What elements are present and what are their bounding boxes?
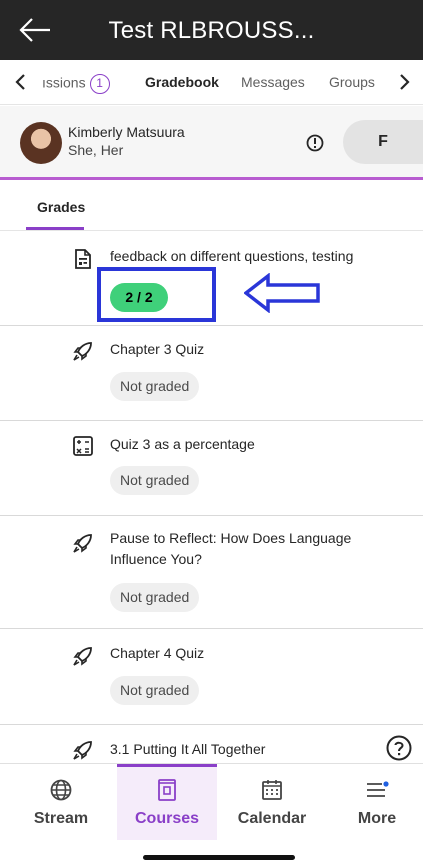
nav-label: Calendar [237, 810, 307, 827]
student-pronouns: She, Her [68, 142, 124, 158]
tab-submissions[interactable]: ıssions 1 [42, 74, 110, 94]
list-item[interactable]: Chapter 4 Quiz Not graded [0, 629, 423, 725]
item-title: Quiz 3 as a percentage [110, 436, 255, 452]
rocket-icon [73, 741, 92, 760]
course-tabs: ıssions 1 Gradebook Messages Groups [0, 60, 423, 105]
tab-label: ıssions [42, 74, 86, 91]
menu-notification-icon [367, 781, 389, 797]
grades-section-header: Grades [0, 183, 423, 231]
home-indicator [143, 855, 295, 860]
tab-gradebook[interactable]: Gradebook [145, 74, 219, 90]
item-title: Pause to Reflect: How Does Language Infl… [110, 530, 352, 567]
annotation-arrow-icon [244, 273, 320, 313]
grade-chip[interactable]: Not graded [110, 676, 200, 705]
chevron-left-icon[interactable] [12, 72, 30, 92]
list-item[interactable]: 3.1 Putting It All Together [0, 725, 423, 763]
submissions-count-badge: 1 [89, 74, 110, 94]
grade-chip[interactable]: Not graded [110, 466, 200, 495]
chevron-right-icon[interactable] [395, 72, 413, 92]
rocket-icon [73, 342, 92, 361]
nav-stream[interactable]: Stream [11, 764, 111, 840]
item-title: Chapter 4 Quiz [110, 645, 205, 661]
nav-label: More [357, 810, 397, 827]
avatar [20, 122, 62, 164]
course-book-icon [158, 779, 176, 801]
list-item[interactable]: Pause to Reflect: How Does Language Infl… [0, 516, 423, 629]
help-icon[interactable] [386, 735, 412, 761]
list-item[interactable]: Quiz 3 as a percentage Not graded [0, 421, 423, 516]
active-indicator [117, 764, 217, 767]
annotation-highlight-box [97, 267, 216, 322]
section-underline [26, 227, 84, 230]
rocket-icon [73, 647, 92, 666]
document-icon [75, 249, 91, 269]
student-name: Kimberly Matsuura [68, 124, 185, 140]
nav-calendar[interactable]: Calendar [222, 764, 322, 840]
alert-icon[interactable] [306, 134, 324, 152]
item-title: Chapter 3 Quiz [110, 341, 205, 357]
nav-courses[interactable]: Courses [117, 764, 217, 840]
item-title: feedback on different questions, testing [110, 248, 354, 264]
calculator-icon [73, 436, 93, 456]
grades-label: Grades [37, 199, 86, 215]
app-bar: Test RLBROUSS... [0, 0, 423, 60]
course-title: Test RLBROUSS... [108, 17, 315, 44]
tab-groups[interactable]: Groups [329, 74, 375, 90]
tab-messages[interactable]: Messages [241, 74, 305, 90]
list-item[interactable]: Chapter 3 Quiz Not graded [0, 326, 423, 421]
student-header: Kimberly Matsuura She, Her F [0, 106, 423, 180]
grade-chip[interactable]: Not graded [110, 583, 200, 612]
globe-icon [50, 779, 72, 801]
nav-more[interactable]: More [327, 764, 423, 840]
overall-grade-pill[interactable]: F [343, 120, 423, 164]
item-title: 3.1 Putting It All Together [110, 741, 266, 757]
calendar-icon [262, 780, 282, 800]
bottom-nav: Stream Courses Calendar More [0, 763, 423, 860]
nav-label: Courses [134, 810, 200, 827]
rocket-icon [73, 534, 92, 553]
grade-chip[interactable]: Not graded [110, 372, 200, 401]
nav-label: Stream [33, 810, 89, 827]
